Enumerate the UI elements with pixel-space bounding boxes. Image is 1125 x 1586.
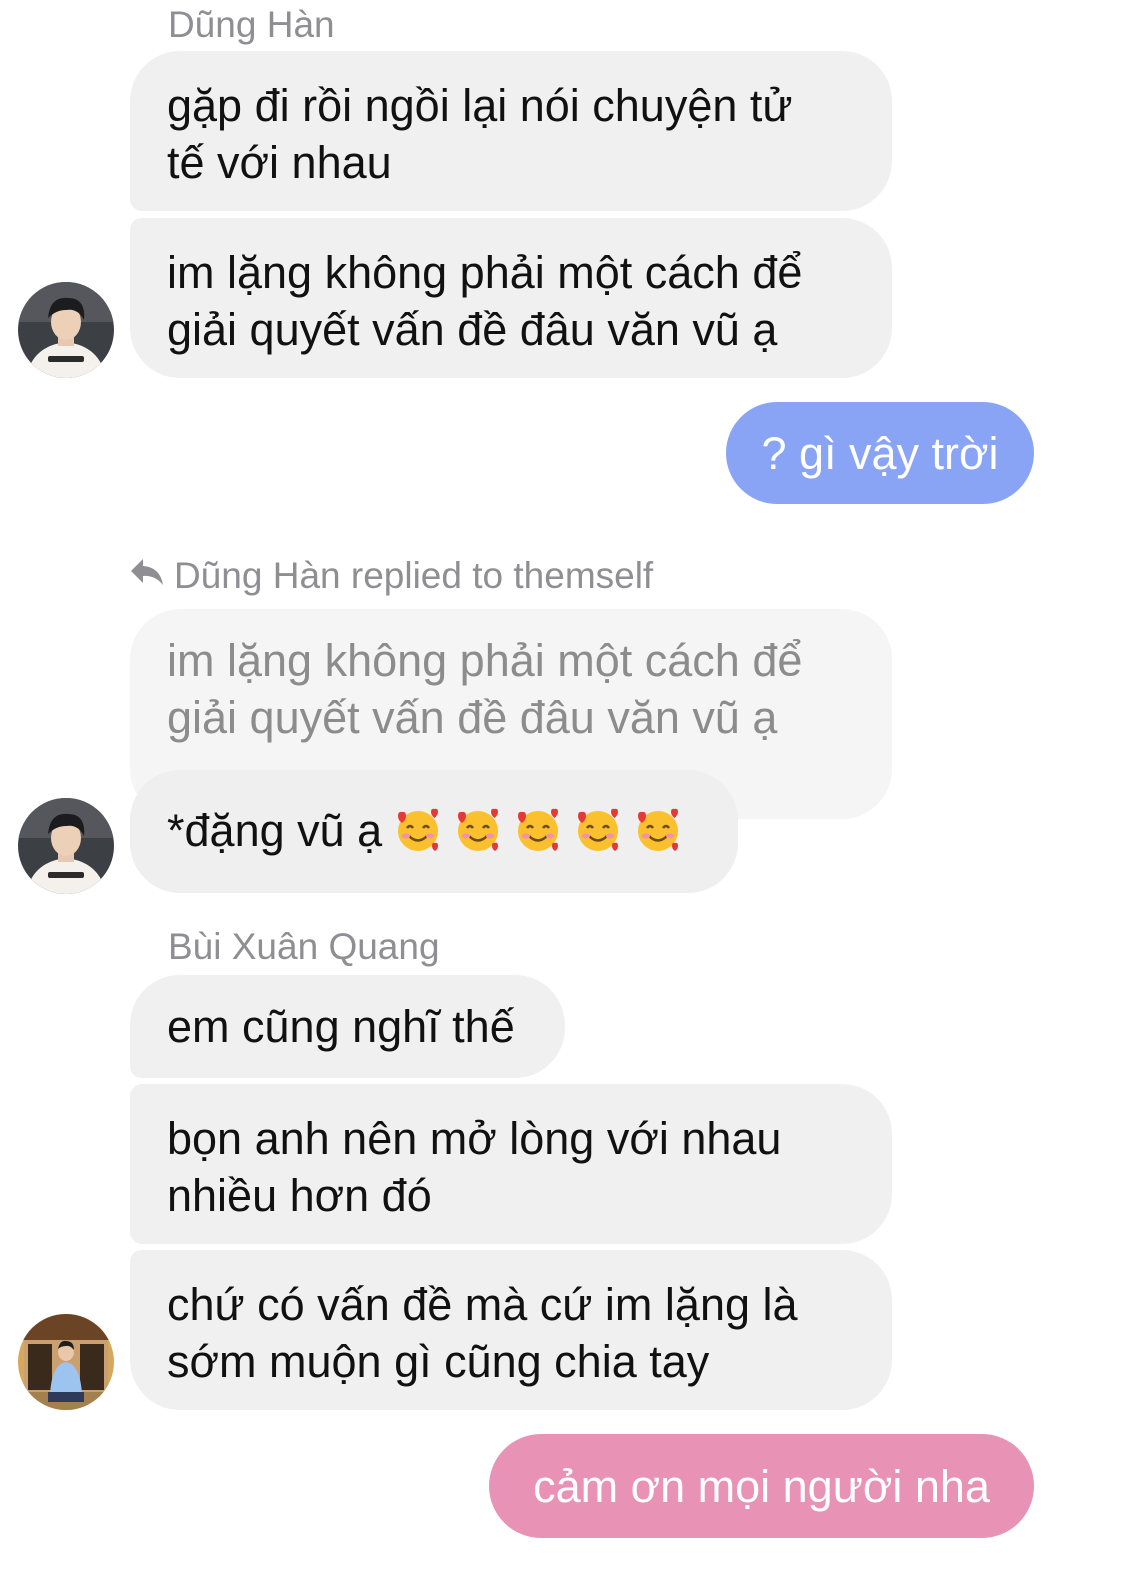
outgoing-message-bubble[interactable]: cảm ơn mọi người nha [489,1434,1034,1538]
quoted-text: giải quyết vấn đề đâu văn vũ ạ [167,692,778,743]
avatar-bui-xuan-quang[interactable] [18,1314,114,1410]
smiling-face-with-hearts-emoji [394,806,442,854]
message-text: nhiều hơn đó [167,1170,432,1221]
message-text: chứ có vấn đề mà cứ im lặng là [167,1279,798,1330]
avatar-dung-han[interactable] [18,798,114,894]
message-text: giải quyết vấn đề đâu văn vũ ạ [167,304,778,355]
message-text: im lặng không phải một cách để [167,247,803,298]
message-text: ? gì vậy trời [761,428,999,479]
emoji-row [382,805,682,856]
reply-label-text: Dũng Hàn replied to themself [174,555,654,596]
smiling-face-with-hearts-emoji [574,806,622,854]
outgoing-message-bubble[interactable]: ? gì vậy trời [726,402,1034,504]
smiling-face-with-hearts-emoji [514,806,562,854]
message-text: gặp đi rồi ngồi lại nói chuyện tử [167,80,793,131]
message-text: tế với nhau [167,137,392,188]
message-text: sớm muộn gì cũng chia tay [167,1336,710,1387]
smiling-face-with-hearts-emoji [634,806,682,854]
message-text: em cũng nghĩ thế [167,1001,515,1052]
reply-indicator: Dũng Hàn replied to themself [128,555,654,597]
message-bubble[interactable]: gặp đi rồi ngồi lại nói chuyện tử tế với… [130,51,892,211]
message-bubble[interactable]: em cũng nghĩ thế [130,975,565,1078]
message-text: cảm ơn mọi người nha [533,1461,990,1512]
message-bubble[interactable]: *đặng vũ ạ [130,770,738,893]
smiling-face-with-hearts-emoji [454,806,502,854]
avatar-dung-han[interactable] [18,282,114,378]
sender-name-dung-han: Dũng Hàn [168,4,335,45]
message-bubble[interactable]: chứ có vấn đề mà cứ im lặng là sớm muộn … [130,1250,892,1410]
reply-arrow-icon [128,555,174,597]
sender-name-bui-xuan-quang: Bùi Xuân Quang [168,926,440,967]
message-text: *đặng vũ ạ [167,805,383,856]
quoted-text: im lặng không phải một cách để [167,635,803,686]
message-text: bọn anh nên mở lòng với nhau [167,1113,782,1164]
message-bubble[interactable]: im lặng không phải một cách để giải quyế… [130,218,892,378]
message-bubble[interactable]: bọn anh nên mở lòng với nhau nhiều hơn đ… [130,1084,892,1244]
